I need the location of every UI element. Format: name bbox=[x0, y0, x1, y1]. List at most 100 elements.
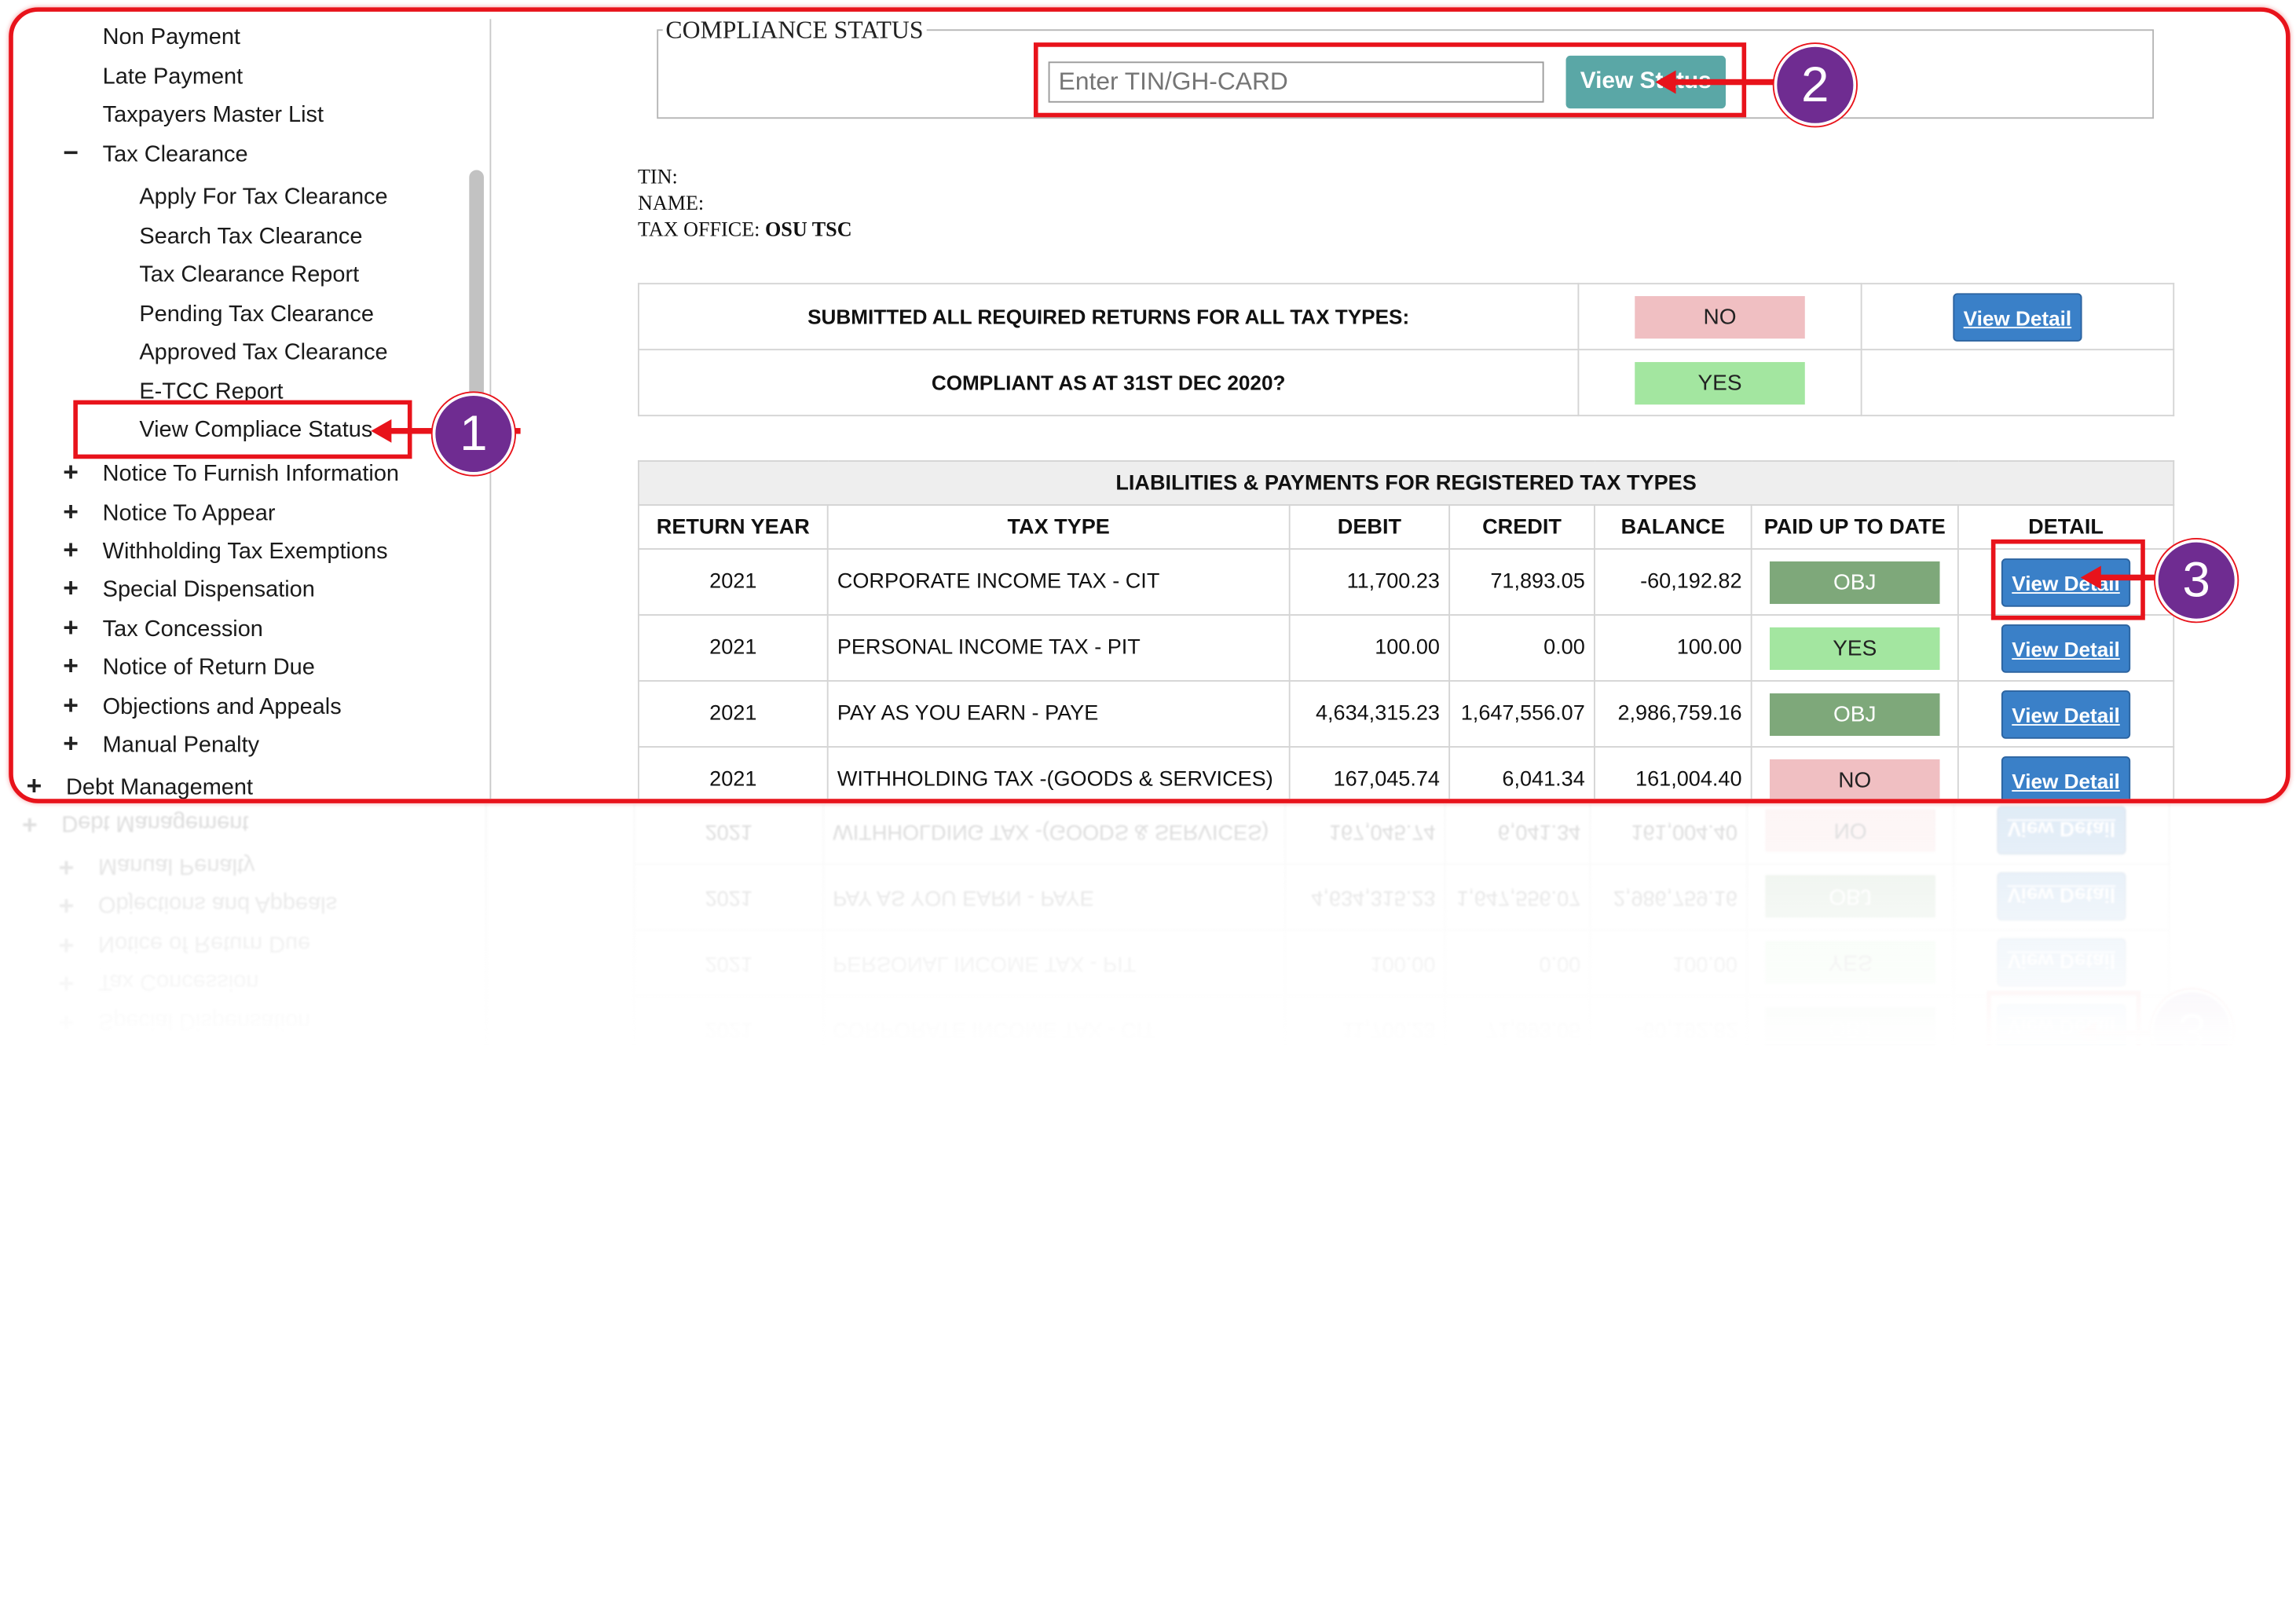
sidebar-item-pending-tax-clearance[interactable]: Pending Tax Clearance bbox=[139, 302, 374, 329]
tax-office-label: TAX OFFICE: bbox=[637, 219, 760, 242]
status-badge: YES bbox=[1769, 626, 1940, 670]
expand-icon[interactable]: + bbox=[27, 771, 42, 799]
expand-icon[interactable]: + bbox=[63, 497, 79, 528]
sidebar-item-manual-penalty[interactable]: Manual Penalty bbox=[103, 733, 259, 759]
summary-answer-cell: NO bbox=[1577, 283, 1862, 351]
cell-year: 2021 bbox=[637, 680, 829, 748]
cell-balance: 161,004.40 bbox=[1593, 746, 1752, 799]
cell-debit: 4,634,315.23 bbox=[1288, 680, 1451, 748]
tutorial-screenshot: Non Payment Late Payment Taxpayers Maste… bbox=[0, 0, 2296, 1620]
status-badge: OBJ bbox=[1769, 692, 1940, 736]
col-header: DEBIT bbox=[1288, 504, 1451, 550]
cell-detail: View Detail bbox=[1957, 746, 2175, 799]
step-badge-1: 1 bbox=[432, 393, 515, 475]
tax-office-value: OSU TSC bbox=[764, 219, 852, 242]
sidebar-item-apply-tax-clearance[interactable]: Apply For Tax Clearance bbox=[139, 185, 387, 211]
cell-paid: NO bbox=[1750, 746, 1959, 799]
sidebar-item-search-tax-clearance[interactable]: Search Tax Clearance bbox=[139, 225, 362, 251]
liabilities-caption: LIABILITIES & PAYMENTS FOR REGISTERED TA… bbox=[637, 460, 2175, 506]
cell-debit: 100.00 bbox=[1288, 614, 1451, 682]
cell-debit: 167,045.74 bbox=[1288, 746, 1451, 799]
sidebar-item-late-payment[interactable]: Late Payment bbox=[103, 64, 244, 91]
summary-action-cell: View Detail bbox=[1860, 283, 2175, 351]
status-badge: NO bbox=[1635, 295, 1805, 338]
cell-balance: 100.00 bbox=[1593, 614, 1752, 682]
reflection-effect: Non Payment Late Payment Taxpayers Maste… bbox=[9, 803, 2291, 1045]
cell-year: 2021 bbox=[637, 614, 829, 682]
arrow-head-icon bbox=[2080, 565, 2101, 590]
cell-year: 2021 bbox=[637, 548, 829, 616]
sidebar-item-withholding-exemptions[interactable]: Withholding Tax Exemptions bbox=[103, 540, 388, 566]
arrow-line-3 bbox=[2098, 574, 2160, 581]
cell-detail: View Detail bbox=[1957, 614, 2175, 682]
cell-balance: 2,986,759.16 bbox=[1593, 680, 1752, 748]
col-header: BALANCE bbox=[1593, 504, 1752, 550]
cell-paid: OBJ bbox=[1750, 548, 1959, 616]
status-badge: YES bbox=[1635, 361, 1805, 404]
cell-tax-type: PAY AS YOU EARN - PAYE bbox=[826, 680, 1291, 748]
view-detail-button[interactable]: View Detail bbox=[2001, 624, 2131, 672]
cell-credit: 71,893.05 bbox=[1448, 548, 1595, 616]
arrow-head-icon bbox=[371, 419, 392, 443]
collapse-icon[interactable]: − bbox=[63, 137, 79, 168]
table-row: 2021 WITHHOLDING TAX -(GOODS & SERVICES)… bbox=[637, 746, 2175, 799]
arrow-head-icon bbox=[1655, 70, 1676, 94]
cell-year: 2021 bbox=[637, 746, 829, 799]
cell-tax-type: CORPORATE INCOME TAX - CIT bbox=[826, 548, 1291, 616]
arrow-line-2 bbox=[1672, 79, 1779, 86]
sidebar-item-notice-furnish-info[interactable]: Notice To Furnish Information bbox=[103, 462, 399, 488]
cell-credit: 0.00 bbox=[1448, 614, 1595, 682]
expand-icon[interactable]: + bbox=[63, 651, 79, 682]
summary-question: SUBMITTED ALL REQUIRED RETURNS FOR ALL T… bbox=[637, 283, 1580, 351]
cell-paid: OBJ bbox=[1750, 680, 1959, 748]
view-detail-button[interactable]: View Detail bbox=[1953, 292, 2082, 341]
sidebar-item-debt-management[interactable]: Debt Management bbox=[66, 775, 253, 799]
summary-action-cell bbox=[1860, 349, 2175, 417]
cell-detail: View Detail bbox=[1957, 680, 2175, 748]
expand-icon[interactable]: + bbox=[63, 613, 79, 643]
expand-icon[interactable]: + bbox=[63, 573, 79, 604]
col-header: PAID UP TO DATE bbox=[1750, 504, 1959, 550]
table-header-row: RETURN YEAR TAX TYPE DEBIT CREDIT BALANC… bbox=[637, 504, 2175, 550]
cell-credit: 1,647,556.07 bbox=[1448, 680, 1595, 748]
expand-icon[interactable]: + bbox=[63, 457, 79, 488]
highlight-box-1 bbox=[73, 400, 412, 459]
sidebar-item-notice-to-appear[interactable]: Notice To Appear bbox=[103, 501, 276, 528]
col-header: TAX TYPE bbox=[826, 504, 1291, 550]
cell-credit: 6,041.34 bbox=[1448, 746, 1595, 799]
expand-icon[interactable]: + bbox=[63, 535, 79, 565]
view-detail-button[interactable]: View Detail bbox=[2001, 689, 2131, 738]
cell-debit: 11,700.23 bbox=[1288, 548, 1451, 616]
step-badge-3: 3 bbox=[2155, 539, 2238, 622]
view-detail-button[interactable]: View Detail bbox=[2001, 755, 2131, 799]
sidebar-item-tax-clearance[interactable]: Tax Clearance bbox=[103, 142, 248, 169]
app-content: Non Payment Late Payment Taxpayers Maste… bbox=[13, 12, 2286, 799]
sidebar-item-taxpayers-master-list[interactable]: Taxpayers Master List bbox=[103, 103, 324, 130]
sidebar-item-tax-clearance-report[interactable]: Tax Clearance Report bbox=[139, 262, 359, 289]
tax-office: TAX OFFICE: OSU TSC bbox=[638, 220, 852, 243]
sidebar-item-special-dispensation[interactable]: Special Dispensation bbox=[103, 577, 315, 604]
liabilities-table: LIABILITIES & PAYMENTS FOR REGISTERED TA… bbox=[637, 460, 2175, 799]
sidebar-item-non-payment[interactable]: Non Payment bbox=[103, 25, 240, 52]
summary-question: COMPLIANT AS AT 31ST DEC 2020? bbox=[637, 349, 1580, 417]
expand-icon[interactable]: + bbox=[63, 690, 79, 721]
col-header: CREDIT bbox=[1448, 504, 1595, 550]
reflection-fade bbox=[9, 803, 2291, 1045]
name-label: NAME: bbox=[637, 193, 705, 216]
table-row: COMPLIANT AS AT 31ST DEC 2020? YES bbox=[637, 349, 2175, 417]
table-row: 2021 CORPORATE INCOME TAX - CIT 11,700.2… bbox=[637, 548, 2175, 616]
col-header: RETURN YEAR bbox=[637, 504, 829, 550]
cell-tax-type: WITHHOLDING TAX -(GOODS & SERVICES) bbox=[826, 746, 1291, 799]
app-window: Non Payment Late Payment Taxpayers Maste… bbox=[9, 7, 2291, 803]
compliance-summary-table: SUBMITTED ALL REQUIRED RETURNS FOR ALL T… bbox=[637, 283, 2175, 417]
cell-balance: -60,192.82 bbox=[1593, 548, 1752, 616]
sidebar-item-approved-tax-clearance[interactable]: Approved Tax Clearance bbox=[139, 340, 387, 367]
sidebar-item-objections-appeals[interactable]: Objections and Appeals bbox=[103, 695, 342, 722]
expand-icon[interactable]: + bbox=[63, 729, 79, 759]
table-row: SUBMITTED ALL REQUIRED RETURNS FOR ALL T… bbox=[637, 283, 2175, 351]
compliance-legend: COMPLIANCE STATUS bbox=[662, 16, 927, 46]
tin-label: TIN: bbox=[637, 166, 678, 189]
sidebar-item-tax-concession[interactable]: Tax Concession bbox=[103, 617, 263, 644]
table-row: 2021 PERSONAL INCOME TAX - PIT 100.00 0.… bbox=[637, 614, 2175, 682]
sidebar-item-notice-return-due[interactable]: Notice of Return Due bbox=[103, 655, 315, 682]
